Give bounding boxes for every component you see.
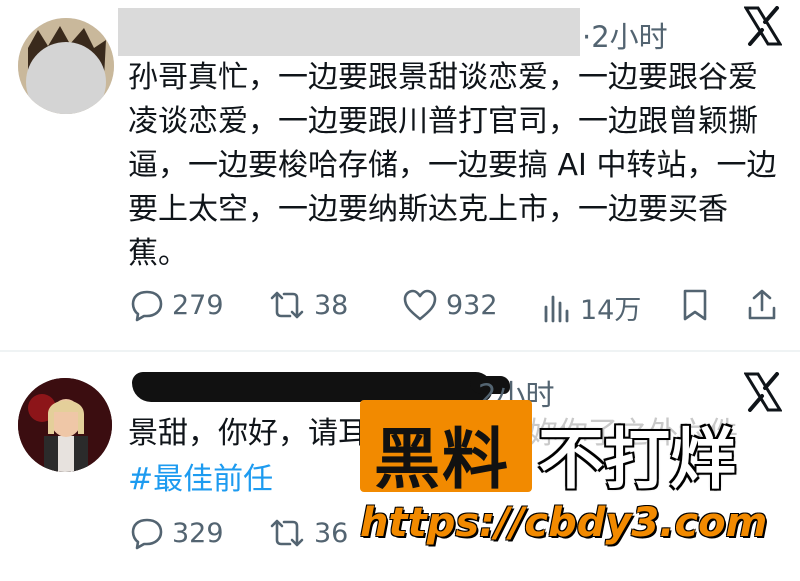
tweet-actions: 279 38 932 14万 [130, 288, 780, 328]
repost-icon [270, 519, 304, 547]
avatar[interactable] [18, 18, 114, 114]
repost-count: 38 [314, 289, 349, 321]
repost-button[interactable]: 38 [268, 288, 348, 322]
tweet-2[interactable]: 2小时 景甜，你好，请耳 妳你了之外六件 #最佳前任 329 36 [0, 352, 800, 581]
like-button[interactable]: 932 [402, 288, 498, 322]
reply-count: 329 [172, 517, 224, 549]
reply-count: 279 [172, 289, 224, 321]
share-button[interactable] [746, 288, 778, 322]
views-count: 14万 [580, 295, 642, 326]
repost-count: 36 [314, 517, 349, 549]
views-button[interactable]: 14万 [542, 288, 641, 327]
like-icon [403, 289, 437, 321]
tweet-text: 孙哥真忙，一边要跟景甜谈恋爱，一边要跟谷爱凌谈恋爱，一边要跟川普打官司，一边跟曾… [128, 60, 777, 271]
tweet-text: 景甜，你好，请耳 [128, 416, 368, 451]
bookmark-icon [683, 289, 707, 321]
avatar[interactable] [18, 378, 112, 472]
like-count: 932 [446, 289, 498, 321]
reply-button[interactable]: 279 [130, 288, 224, 322]
bookmark-button[interactable] [680, 288, 710, 322]
timestamp[interactable]: ·2小时 [582, 14, 668, 56]
x-logo [743, 6, 783, 50]
x-logo [743, 372, 783, 416]
tweet-text-tail: 妳你了之外六件 [528, 416, 738, 451]
reply-icon [131, 518, 163, 550]
share-icon [748, 289, 776, 320]
repost-icon [270, 291, 304, 319]
author-name-redacted[interactable] [132, 372, 492, 402]
tweet-actions: 329 36 [130, 516, 780, 556]
author-name-redacted[interactable] [118, 8, 580, 56]
views-icon [544, 295, 569, 322]
tweet-1[interactable]: ·2小时 孙哥真忙，一边要跟景甜谈恋爱，一边要跟谷爱凌谈恋爱，一边要跟川普打官司… [0, 0, 800, 352]
repost-button[interactable]: 36 [268, 516, 348, 550]
reply-button[interactable]: 329 [130, 516, 224, 550]
reply-icon [131, 290, 163, 322]
timestamp[interactable]: 2小时 [478, 372, 554, 414]
hashtag-link[interactable]: #最佳前任 [128, 458, 273, 502]
